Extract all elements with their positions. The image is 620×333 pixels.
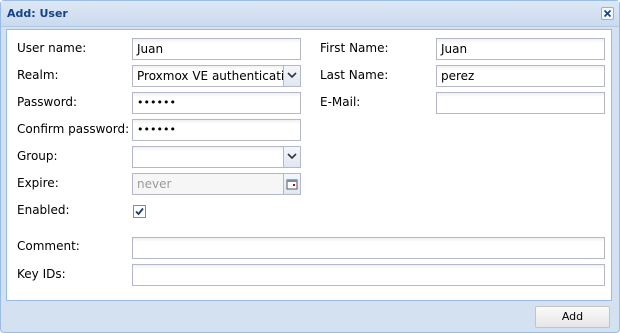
first-name-label: First Name: [320, 41, 389, 55]
expire-label: Expire: [17, 176, 59, 190]
add-button[interactable]: Add [535, 306, 610, 328]
password-label: Password: [17, 95, 78, 109]
key-ids-input[interactable] [132, 264, 605, 286]
comment-input[interactable] [132, 237, 605, 259]
last-name-label: Last Name: [320, 68, 389, 82]
realm-select[interactable]: Proxmox VE authenticatior [132, 65, 301, 87]
checkmark-icon [135, 207, 144, 216]
username-label: User name: [17, 41, 87, 55]
expire-placeholder: never [137, 177, 172, 191]
realm-dropdown-trigger[interactable] [283, 66, 300, 86]
enabled-checkbox[interactable] [133, 205, 146, 218]
group-label: Group: [17, 149, 58, 163]
dialog-title: Add: User [7, 7, 68, 20]
password-input[interactable]: •••••• [132, 92, 301, 114]
comment-label: Comment: [17, 239, 80, 253]
chevron-down-icon [287, 153, 297, 160]
group-select[interactable] [132, 146, 301, 168]
calendar-icon [286, 179, 298, 190]
key-ids-label: Key IDs: [17, 267, 66, 281]
confirm-password-label: Confirm password: [17, 122, 130, 136]
realm-label: Realm: [17, 68, 59, 82]
username-input[interactable]: Juan [132, 38, 301, 60]
close-icon [603, 9, 612, 18]
chevron-down-icon [287, 72, 297, 79]
realm-value: Proxmox VE authenticatior [137, 69, 297, 83]
expire-date-field[interactable]: never [132, 173, 301, 195]
dialog-titlebar[interactable]: Add: User [1, 1, 619, 27]
email-label: E-Mail: [320, 95, 361, 109]
expire-date-trigger[interactable] [283, 174, 300, 194]
add-user-dialog: Add: User User name: Realm: Password: Co… [0, 0, 620, 333]
group-dropdown-trigger[interactable] [283, 147, 300, 167]
first-name-input[interactable]: Juan [436, 38, 605, 60]
confirm-password-input[interactable]: •••••• [132, 119, 301, 141]
last-name-input[interactable]: perez [436, 65, 605, 87]
form-panel: User name: Realm: Password: Confirm pass… [6, 29, 612, 301]
enabled-label: Enabled: [17, 203, 70, 217]
email-input[interactable] [436, 92, 605, 114]
close-button[interactable] [601, 7, 614, 20]
